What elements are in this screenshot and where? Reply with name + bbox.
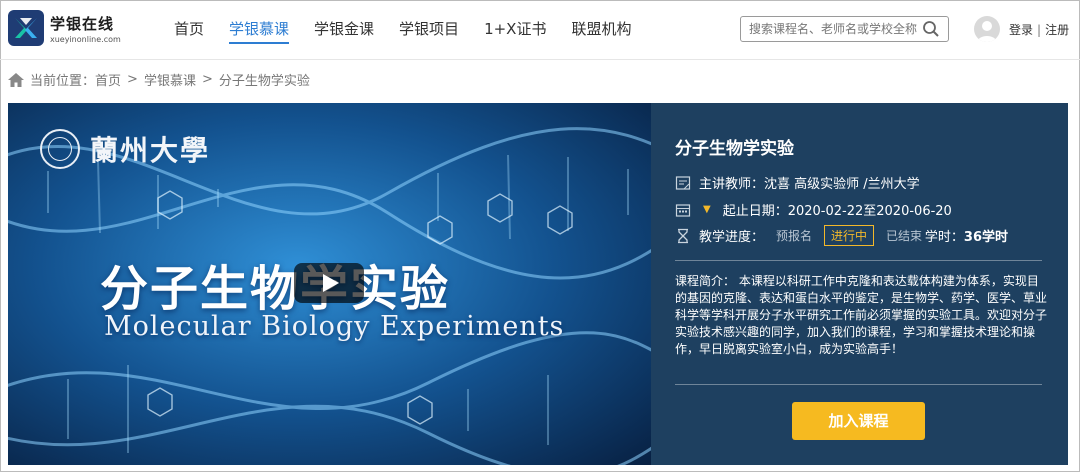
nav-item-home[interactable]: 首页 <box>174 20 204 44</box>
main-nav: 首页 学银慕课 学银金课 学银项目 1+X证书 联盟机构 <box>174 20 656 44</box>
divider <box>675 384 1042 385</box>
breadcrumb-item-home[interactable]: 首页 <box>95 70 121 89</box>
banner-course-title-en: Molecular Biology Experiments <box>104 311 565 342</box>
seal-icon <box>40 129 80 169</box>
progress-step-ended: 已结束 <box>886 229 923 243</box>
search-box <box>740 16 949 42</box>
home-icon <box>8 72 24 87</box>
date-row: ▼ 起止日期： 2020-02-22至2020-06-20 <box>675 200 952 219</box>
calendar-icon <box>675 203 691 217</box>
nav-item-alliance[interactable]: 联盟机构 <box>571 20 631 44</box>
logo-mark-icon <box>8 10 44 46</box>
breadcrumb-separator: > <box>201 72 213 87</box>
play-icon[interactable] <box>294 263 364 303</box>
breadcrumb-prefix: 当前位置： <box>30 74 96 89</box>
university-logo: 蘭州大學 <box>40 129 210 169</box>
course-banner: 蘭州大學 分子生物学实验 Molecular Biology Experimen… <box>8 103 651 465</box>
progress-steps: 预报名 进行中 已结束 <box>776 225 934 246</box>
nav-item-projects[interactable]: 学银项目 <box>399 20 459 44</box>
course-hours: 学时：36学时 <box>925 226 1008 245</box>
search-input[interactable] <box>741 17 921 41</box>
login-link[interactable]: 登录 <box>1009 23 1033 37</box>
logo-name: 学银在线 <box>50 14 115 33</box>
divider <box>675 260 1042 261</box>
course-intro: 课程简介： 本课程以科研工作中克隆和表达载体构建为体系，实现目的基因的克隆、表达… <box>675 274 1048 356</box>
user-area: 登录 | 注册 <box>974 16 1069 42</box>
course-title: 分子生物学实验 <box>675 139 794 159</box>
breadcrumb-item-current: 分子生物学实验 <box>218 74 310 89</box>
course-info-panel: 分子生物学实验 主讲教师： 沈喜 高级实验师 /兰州大学 ▼ 起止日期： 202… <box>651 103 1068 465</box>
progress-row: 教学进度： 预报名 进行中 已结束 学时：36学时 <box>675 225 1042 246</box>
hourglass-icon <box>678 228 688 243</box>
site-header: 学银在线 xueyinonline.com 首页 学银慕课 学银金课 学银项目 … <box>0 0 1080 60</box>
search-icon[interactable] <box>922 20 940 38</box>
teacher-value: 沈喜 高级实验师 /兰州大学 <box>764 177 920 192</box>
logo-domain: xueyinonline.com <box>50 34 121 44</box>
teacher-label: 主讲教师： <box>699 177 765 192</box>
dropdown-triangle-icon: ▼ <box>703 204 711 215</box>
breadcrumb-separator: > <box>127 72 138 87</box>
register-link[interactable]: 注册 <box>1045 23 1069 37</box>
teacher-icon <box>675 175 691 190</box>
date-value: 2020-02-22至2020-06-20 <box>787 204 952 219</box>
avatar-icon[interactable] <box>974 16 1000 42</box>
banner-course-title: 分子生物学实验 <box>100 261 451 317</box>
site-logo[interactable]: 学银在线 xueyinonline.com <box>8 10 121 46</box>
hours-label: 学时： <box>924 230 964 245</box>
progress-label: 教学进度： <box>699 230 765 245</box>
join-course-button[interactable]: 加入课程 <box>792 402 925 440</box>
nav-item-mooc[interactable]: 学银慕课 <box>229 20 290 44</box>
teacher-row: 主讲教师： 沈喜 高级实验师 /兰州大学 <box>675 173 920 192</box>
date-label: 起止日期： <box>722 204 788 219</box>
progress-step-preregister: 预报名 <box>776 229 813 243</box>
university-name: 蘭州大學 <box>90 134 211 167</box>
auth-separator: | <box>1037 22 1042 37</box>
breadcrumb: 当前位置： 首页 > 学银慕课 > 分子生物学实验 <box>8 70 310 89</box>
nav-item-certificate[interactable]: 1+X证书 <box>484 20 546 44</box>
breadcrumb-item-mooc[interactable]: 学银慕课 <box>144 70 196 89</box>
nav-item-golden-course[interactable]: 学银金课 <box>314 20 374 44</box>
hours-value: 36学时 <box>963 230 1008 245</box>
progress-step-ongoing: 进行中 <box>824 225 875 246</box>
